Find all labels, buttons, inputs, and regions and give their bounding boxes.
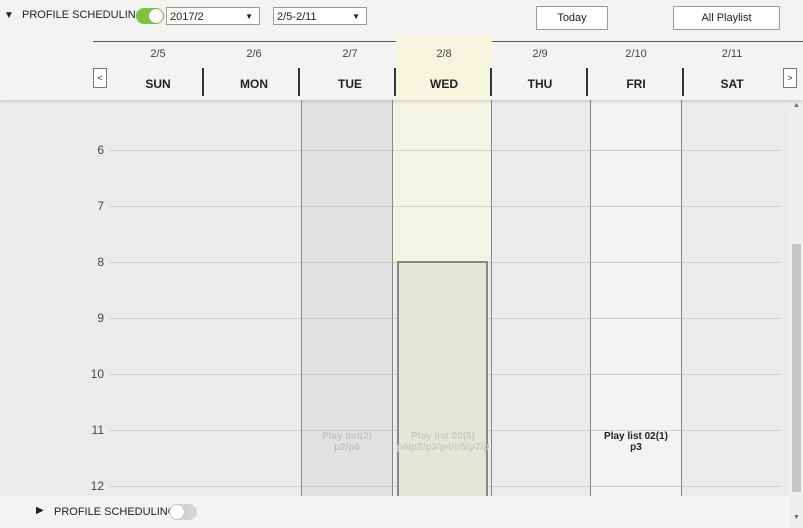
schedule-grid: 6 7 8 9 10 11 12 Play list(2) p2/p6 Play… xyxy=(0,100,790,496)
hour-label: 9 xyxy=(97,311,104,325)
bottom-profile-bar: ▶ PROFILE SCHEDULING xyxy=(0,496,790,528)
top-bar: ▼ PROFILE SCHEDULING 2017/2 ▼ 2/5-2/11 ▼… xyxy=(0,0,803,36)
hour-line xyxy=(110,150,780,151)
hour-label: 11 xyxy=(91,423,104,437)
next-week-button[interactable]: > xyxy=(783,68,797,88)
hour-label: 10 xyxy=(90,367,104,381)
scrollbar-thumb[interactable] xyxy=(792,244,801,492)
dropdown-arrow-icon: ▼ xyxy=(352,12,360,21)
fri-event[interactable]: Play list 02(1) p3 xyxy=(591,431,681,453)
week-select[interactable]: 2/5-2/11 ▼ xyxy=(273,7,367,25)
day-separator xyxy=(394,68,396,96)
event-items: p3 xyxy=(630,442,642,453)
hour-label: 6 xyxy=(97,143,104,157)
week-header: 2/5 SUN 2/6 MON 2/7 TUE 2/8 WED 2/9 THU … xyxy=(0,36,803,100)
day-separator xyxy=(298,68,300,96)
profile-scheduling-toggle-2[interactable] xyxy=(169,504,197,520)
day-separator xyxy=(490,68,492,96)
day-header-wed[interactable]: 2/8 WED xyxy=(396,36,492,100)
wed-event-block[interactable] xyxy=(397,261,488,496)
hour-label: 8 xyxy=(97,255,104,269)
hour-label: 7 xyxy=(97,199,104,213)
day-separator xyxy=(586,68,588,96)
month-select[interactable]: 2017/2 ▼ xyxy=(166,7,260,25)
column-border xyxy=(491,100,492,496)
day-header-sun[interactable]: 2/5 SUN xyxy=(110,36,206,100)
day-header-sat[interactable]: 2/11 SAT xyxy=(684,36,780,100)
day-header-tue[interactable]: 2/7 TUE xyxy=(302,36,398,100)
hour-line xyxy=(110,206,780,207)
column-border xyxy=(392,100,393,496)
event-items: p2/p6 xyxy=(333,442,361,453)
day-header-thu[interactable]: 2/9 THU xyxy=(492,36,588,100)
day-separator xyxy=(202,68,204,96)
wed-column-today[interactable] xyxy=(393,100,491,262)
column-border xyxy=(681,100,682,496)
wed-event[interactable]: Play list 00(8) p6/p2/p3/p4/p5/p7/p xyxy=(395,431,491,453)
today-button[interactable]: Today xyxy=(536,6,608,30)
tue-event[interactable]: Play list(2) p2/p6 xyxy=(302,431,392,453)
collapse-triangle-icon[interactable]: ▼ xyxy=(4,10,14,21)
hour-label: 12 xyxy=(90,479,104,493)
event-title: Play list 02(1) xyxy=(604,431,668,442)
scroll-up-icon[interactable]: ▲ xyxy=(790,102,803,109)
event-title: Play list(2) xyxy=(321,431,373,442)
day-separator xyxy=(682,68,684,96)
event-title: Play list 00(8) xyxy=(411,431,475,442)
expand-triangle-icon[interactable]: ▶ xyxy=(36,505,44,516)
all-playlist-button[interactable]: All Playlist xyxy=(673,6,780,30)
vertical-scrollbar[interactable]: ▲ ▼ xyxy=(790,100,803,528)
profile-scheduling-title-2: PROFILE SCHEDULING xyxy=(54,506,177,518)
profile-scheduling-title: PROFILE SCHEDULING xyxy=(22,9,145,21)
day-header-mon[interactable]: 2/6 MON xyxy=(206,36,302,100)
profile-scheduling-toggle[interactable] xyxy=(136,8,164,24)
day-header-fri[interactable]: 2/10 FRI xyxy=(588,36,684,100)
prev-week-button[interactable]: < xyxy=(93,68,107,88)
dropdown-arrow-icon: ▼ xyxy=(245,12,253,21)
event-items: p6/p2/p3/p4/p5/p7/p xyxy=(396,442,490,453)
scroll-down-icon[interactable]: ▼ xyxy=(790,514,803,521)
